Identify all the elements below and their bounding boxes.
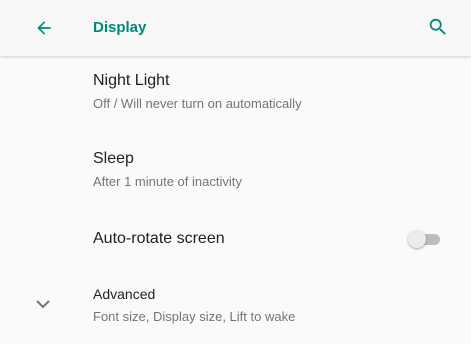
- back-button[interactable]: [30, 14, 58, 42]
- display-settings-screen: Display Night Light Off / Will never tur…: [0, 0, 471, 344]
- advanced-title: Advanced: [93, 286, 156, 302]
- sleep-summary: After 1 minute of inactivity: [93, 174, 242, 189]
- search-icon: [429, 18, 446, 35]
- sleep-item[interactable]: Sleep After 1 minute of inactivity: [0, 136, 471, 206]
- auto-rotate-item[interactable]: Auto-rotate screen: [0, 212, 471, 266]
- chevron-down-icon[interactable]: [35, 298, 51, 310]
- toolbar: Display: [0, 0, 471, 56]
- page-title: Display: [93, 19, 147, 36]
- auto-rotate-title: Auto-rotate screen: [93, 230, 225, 247]
- advanced-summary: Font size, Display size, Lift to wake: [93, 309, 296, 324]
- advanced-item[interactable]: Advanced Font size, Display size, Lift t…: [0, 272, 471, 336]
- night-light-title: Night Light: [93, 72, 170, 89]
- night-light-item[interactable]: Night Light Off / Will never turn on aut…: [0, 58, 471, 128]
- search-button[interactable]: [424, 13, 452, 41]
- arrow-back-icon: [37, 21, 51, 35]
- toggle-thumb: [408, 230, 426, 248]
- night-light-summary: Off / Will never turn on automatically: [93, 96, 302, 111]
- auto-rotate-toggle[interactable]: [406, 229, 442, 249]
- sleep-title: Sleep: [93, 150, 134, 167]
